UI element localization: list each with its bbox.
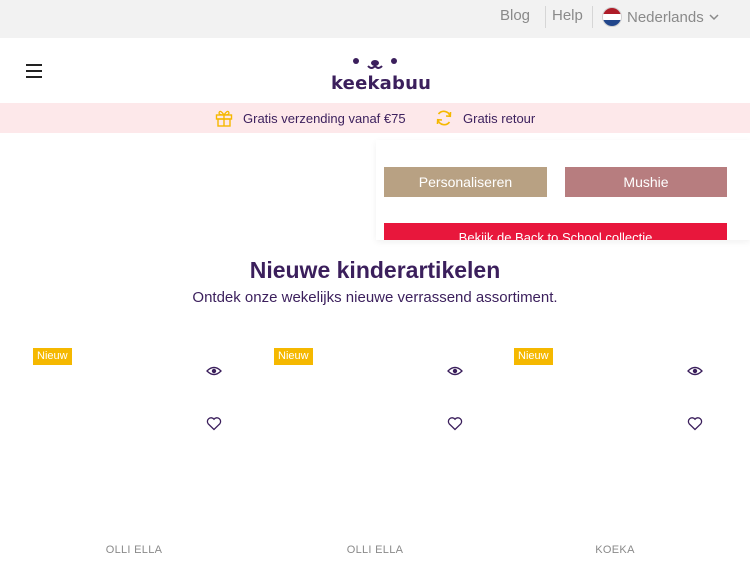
free-returns-text: Gratis retour	[463, 110, 536, 126]
product-brand: KOEKA	[595, 544, 635, 556]
language-label: Nederlands	[627, 8, 704, 26]
logo-wordmark: keekabuu	[331, 73, 432, 94]
new-badge: Nieuw	[514, 348, 553, 365]
mushie-button[interactable]: Mushie	[565, 167, 727, 197]
eye-icon[interactable]	[447, 365, 463, 377]
product-brand: OLLI ELLA	[105, 544, 163, 556]
divider	[592, 6, 593, 28]
top-utility-bar: Blog Help Nederlands	[0, 0, 750, 38]
personaliseren-button[interactable]: Personaliseren	[384, 167, 547, 197]
blog-link[interactable]: Blog	[500, 7, 530, 24]
free-shipping-notice: Gratis verzending vanaf €75	[214, 108, 406, 128]
gift-icon	[215, 110, 233, 127]
hamburger-menu-icon[interactable]	[26, 64, 42, 78]
product-brand: OLLI ELLA	[346, 544, 404, 556]
product-card[interactable]: Nieuw OLLI ELLA	[274, 348, 494, 563]
heart-icon[interactable]	[687, 416, 703, 431]
product-card[interactable]: Nieuw KOEKA	[514, 348, 734, 563]
divider	[545, 6, 546, 28]
eye-icon[interactable]	[206, 365, 222, 377]
help-link[interactable]: Help	[552, 7, 583, 24]
eye-icon[interactable]	[687, 365, 703, 377]
site-logo[interactable]: keekabuu	[325, 54, 431, 96]
section-subtitle: Ontdek onze wekelijks nieuwe verrassend …	[192, 289, 558, 306]
back-to-school-button[interactable]: Bekijk de Back to School collectie	[384, 223, 727, 240]
logo-face-icon	[353, 58, 397, 69]
refresh-icon	[436, 110, 452, 126]
chevron-down-icon	[709, 14, 719, 21]
heart-icon[interactable]	[447, 416, 463, 431]
new-badge: Nieuw	[274, 348, 313, 365]
site-header: keekabuu	[0, 38, 750, 103]
netherlands-flag-icon	[602, 7, 622, 27]
new-badge: Nieuw	[33, 348, 72, 365]
promo-bar: Gratis verzending vanaf €75 Gratis retou…	[0, 103, 750, 133]
product-card[interactable]: Nieuw OLLI ELLA	[33, 348, 253, 563]
heart-icon[interactable]	[206, 416, 222, 431]
language-selector[interactable]: Nederlands	[602, 6, 720, 28]
free-shipping-text: Gratis verzending vanaf €75	[243, 110, 406, 126]
section-title: Nieuwe kinderartikelen	[249, 257, 501, 283]
free-returns-notice: Gratis retour	[434, 108, 535, 128]
promo-dropdown-panel: Personaliseren Mushie Bekijk de Back to …	[376, 140, 750, 240]
